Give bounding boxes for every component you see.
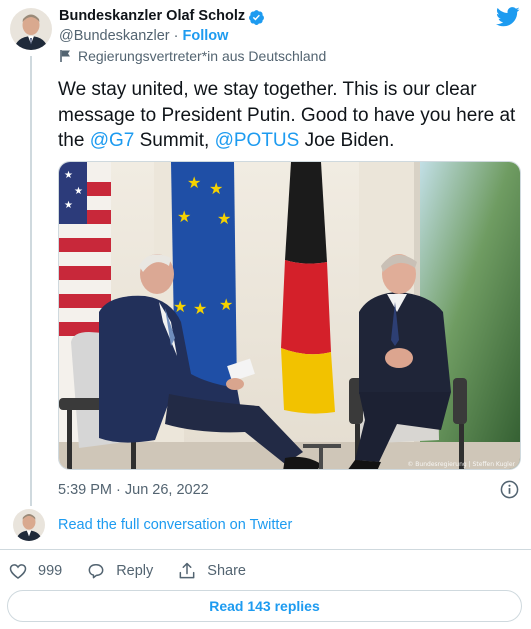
share-button[interactable]: Share bbox=[177, 561, 246, 581]
svg-text:★: ★ bbox=[209, 179, 223, 198]
svg-text:★: ★ bbox=[193, 299, 207, 318]
reply-label: Reply bbox=[116, 563, 154, 579]
author-avatar[interactable] bbox=[10, 8, 52, 50]
info-icon[interactable] bbox=[500, 480, 519, 499]
svg-text:★: ★ bbox=[219, 295, 233, 314]
reply-bubble-icon bbox=[88, 564, 104, 579]
thread-line bbox=[30, 56, 32, 506]
like-button[interactable]: 999 bbox=[8, 561, 62, 581]
twitter-logo-icon[interactable] bbox=[495, 7, 520, 27]
tweet-timestamp[interactable]: 5:39 PM · Jun 26, 2022 bbox=[58, 482, 209, 498]
photo-credit: © Bundesregierung | Steffen Kugler bbox=[407, 461, 515, 468]
author-handle-row: @Bundeskanzler · Follow bbox=[59, 28, 228, 44]
follow-button[interactable]: Follow bbox=[183, 28, 229, 44]
reply-button[interactable]: Reply bbox=[86, 561, 153, 581]
mention-potus[interactable]: @POTUS bbox=[215, 130, 300, 151]
tweet-photo[interactable]: ★ ★ ★ ★ ★ ★ ★ ★ ★ ★ © Bundesregierung | … bbox=[58, 161, 521, 470]
like-count: 999 bbox=[38, 563, 63, 579]
affiliation-text: Regierungsvertreter*in aus Deutschland bbox=[78, 48, 327, 64]
share-icon bbox=[179, 562, 195, 579]
mention-g7[interactable]: @G7 bbox=[90, 130, 135, 151]
share-label: Share bbox=[207, 563, 246, 579]
conversation-avatar bbox=[13, 509, 45, 541]
read-replies-button[interactable]: Read 143 replies bbox=[7, 590, 522, 622]
svg-text:★: ★ bbox=[217, 209, 231, 228]
author-name[interactable]: Bundeskanzler Olaf Scholz bbox=[59, 8, 245, 24]
tweet-text: We stay united, we stay together. This i… bbox=[58, 77, 518, 154]
divider bbox=[0, 549, 531, 550]
heart-icon bbox=[9, 564, 27, 580]
government-affiliation-label: Regierungsvertreter*in aus Deutschland bbox=[59, 48, 326, 64]
svg-text:★: ★ bbox=[177, 207, 191, 226]
svg-text:★: ★ bbox=[74, 186, 83, 197]
tweet-text-part-2: Summit, bbox=[134, 130, 215, 151]
svg-text:★: ★ bbox=[64, 200, 73, 211]
tweet-actions: 999 Reply Share bbox=[8, 561, 270, 581]
tweet-text-part-3: Joe Biden. bbox=[299, 130, 395, 151]
handle-separator: · bbox=[169, 28, 183, 44]
svg-text:★: ★ bbox=[64, 170, 73, 181]
read-full-conversation-link[interactable]: Read the full conversation on Twitter bbox=[58, 517, 292, 533]
verified-badge-icon bbox=[248, 9, 265, 26]
svg-text:★: ★ bbox=[187, 173, 201, 192]
flag-icon bbox=[60, 50, 70, 62]
author-handle[interactable]: @Bundeskanzler bbox=[59, 28, 170, 44]
